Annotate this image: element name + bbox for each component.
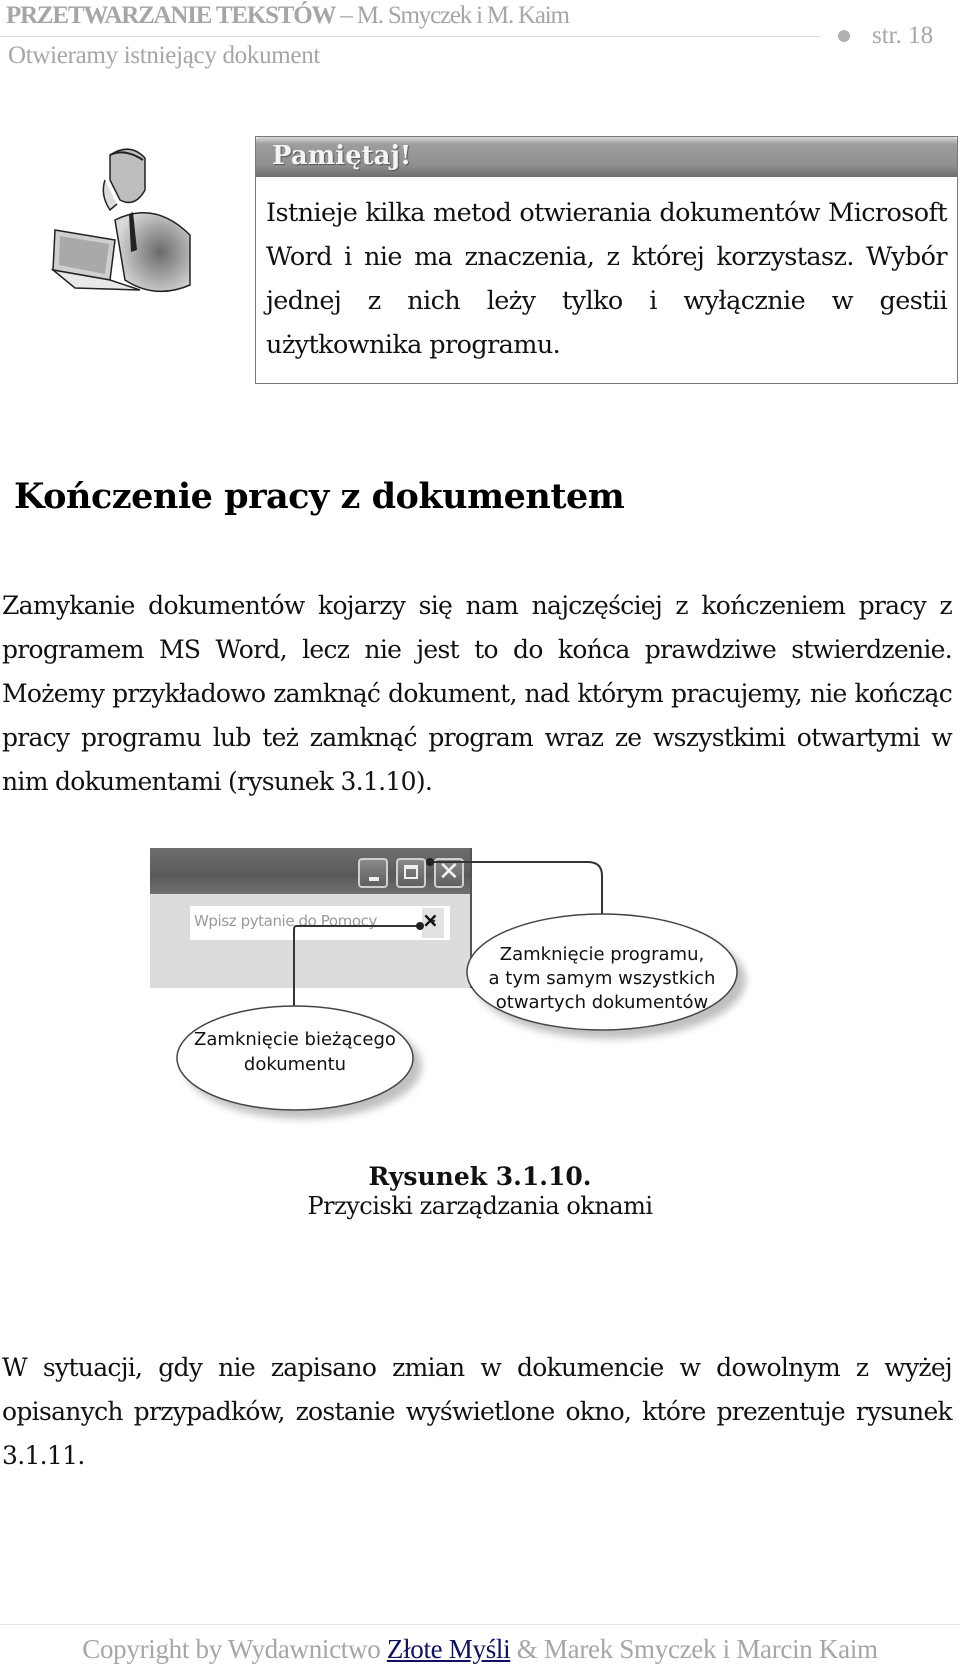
header-authors: M. Smyczek i M. Kaim — [356, 2, 570, 29]
leader-dot-document — [416, 922, 424, 930]
footer-prefix: Copyright by Wydawnictwo — [82, 1634, 387, 1664]
callout-title: Pamiętaj! — [272, 141, 412, 171]
callout-header-bar: Pamiętaj! — [256, 137, 957, 177]
bubble-program-line-1: Zamknięcie programu, — [500, 944, 704, 965]
figure-caption-text: Przyciski zarządzania oknami — [307, 1192, 653, 1220]
footer-suffix: & Marek Smyczek i Marcin Kaim — [510, 1634, 878, 1664]
figure-window-buttons: ✕ Wpisz pytanie do Pomocy ▾ × Zamknięcie… — [150, 848, 790, 1138]
section-heading: Kończenie pracy z dokumentem — [14, 476, 625, 517]
callout-text: Istnieje kilka metod otwierania dokument… — [266, 198, 948, 360]
leader-dot-program — [426, 858, 434, 866]
bubble-program-line-3: otwartych dokumentów — [496, 992, 708, 1013]
header-separator: – — [335, 2, 357, 29]
copyright-footer: Copyright by Wydawnictwo Złote Myśli & M… — [0, 1634, 960, 1665]
body-paragraph: Zamykanie dokumentów kojarzy się nam naj… — [2, 591, 953, 796]
book-title: PRZETWARZANIE TEKSTÓW — [6, 2, 336, 29]
running-header-title: PRZETWARZANIE TEKSTÓW – M. Smyczek i M. … — [6, 2, 570, 30]
footer-divider — [0, 1624, 960, 1625]
running-section-title: Otwieramy istniejący dokument — [8, 42, 321, 69]
header-divider — [0, 36, 820, 37]
bubble-document-line-2: dokumentu — [244, 1054, 346, 1075]
bullet-dot-icon — [838, 30, 850, 42]
body-paragraph: W sytuacji, gdy nie zapisano zmian w dok… — [2, 1353, 953, 1470]
remember-callout: Pamiętaj! Istnieje kilka metod otwierani… — [255, 136, 958, 384]
publisher-link[interactable]: Złote Myśli — [387, 1634, 511, 1664]
callout-annotations: Zamknięcie bieżącego dokumentu Zamknięci… — [176, 858, 738, 1111]
figure-caption-number: Rysunek 3.1.10. — [368, 1162, 592, 1191]
man-at-computer-illustration — [50, 148, 191, 293]
bubble-document-line-1: Zamknięcie bieżącego — [194, 1029, 396, 1050]
bubble-program-line-2: a tym samym wszystkich — [489, 968, 716, 989]
page-number: str. 18 — [872, 22, 934, 49]
